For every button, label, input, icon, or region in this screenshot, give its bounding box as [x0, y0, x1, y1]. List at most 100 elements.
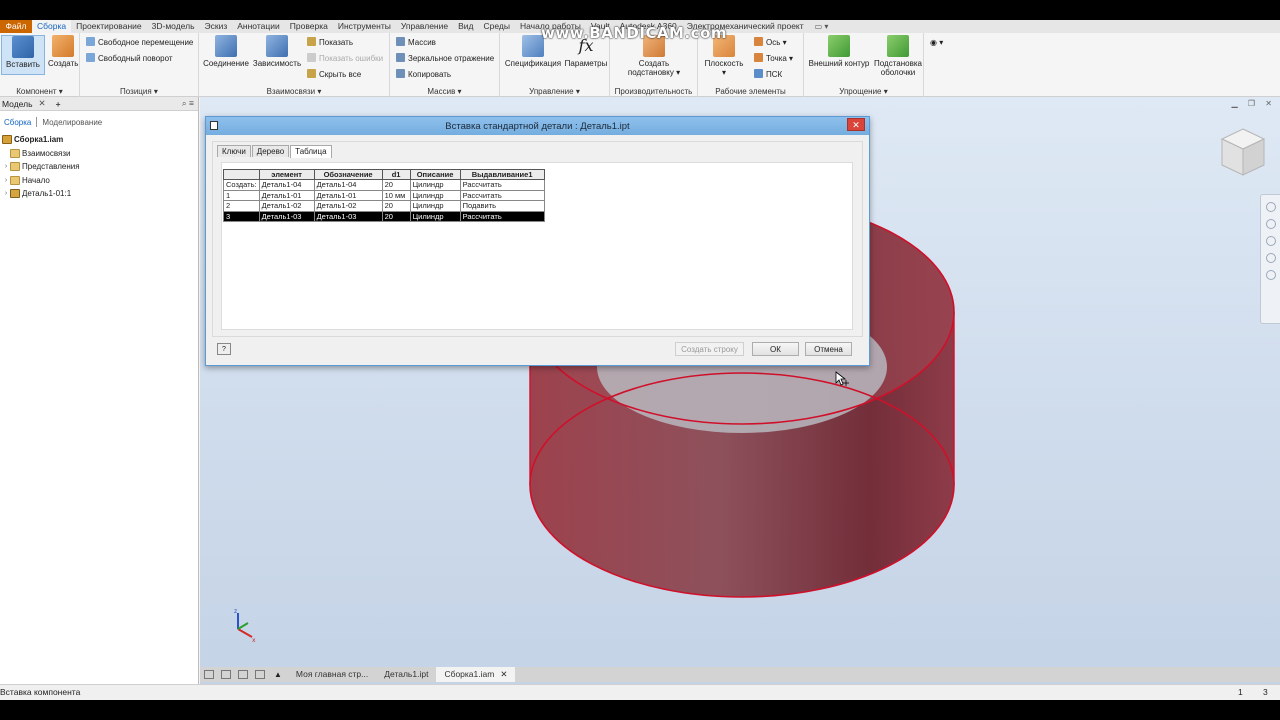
panel-title-productivity: Производительность: [614, 87, 693, 96]
constraint-icon: [266, 35, 288, 57]
close-icon[interactable]: ✕: [847, 118, 865, 131]
expand-icon[interactable]: ›: [2, 187, 10, 201]
constraint-button[interactable]: Зависимость: [252, 35, 302, 68]
table-header-row: элемент Обозначение d1 Описание Выдавлив…: [223, 169, 545, 180]
panel-title-pattern[interactable]: Массив ▾: [390, 87, 499, 96]
doc-tab-assembly[interactable]: Сборка1.iam ✕: [436, 667, 516, 682]
orbit-icon[interactable]: [1265, 253, 1276, 263]
tab-file[interactable]: Файл: [0, 20, 32, 33]
tab-keys[interactable]: Ключи: [217, 145, 251, 157]
show-button[interactable]: Показать: [307, 36, 353, 50]
shrinkwrap-button[interactable]: Внешний контур: [806, 35, 872, 68]
arrange-icon[interactable]: [238, 670, 248, 679]
viewcube-icon[interactable]: [1220, 127, 1266, 179]
table-row[interactable]: 2 Деталь1-02 Деталь1-02 20 Цилиндр Подавить: [223, 200, 545, 212]
help-icon[interactable]: ?: [217, 343, 231, 355]
tab-tree[interactable]: Дерево: [251, 145, 290, 157]
create-row-button[interactable]: Создать строку: [675, 342, 744, 356]
bandicam-watermark: www.BANDICAM.com: [541, 24, 728, 42]
tab-annotate[interactable]: Аннотации: [232, 20, 285, 33]
axis-button[interactable]: Ось ▾: [754, 36, 787, 50]
svg-text:x: x: [252, 637, 256, 643]
col-header-description[interactable]: Описание: [409, 169, 461, 180]
pan-icon[interactable]: [1265, 219, 1276, 229]
tree-item-representations[interactable]: › Представления: [0, 160, 198, 174]
panel-title-manage[interactable]: Управление ▾: [500, 87, 609, 96]
tree-root[interactable]: Сборка1.iam: [0, 133, 198, 147]
tab-design[interactable]: Проектирование: [71, 20, 147, 33]
tab-table[interactable]: Таблица: [290, 145, 332, 158]
hide-all-button[interactable]: Скрыть все: [307, 68, 361, 82]
tree-item-origin[interactable]: › Начало: [0, 174, 198, 188]
show-errors-button[interactable]: Показать ошибки: [307, 52, 383, 66]
free-rotate-button[interactable]: Свободный поворот: [86, 52, 173, 66]
steering-wheel-icon[interactable]: [1265, 202, 1276, 212]
look-at-icon[interactable]: [1265, 270, 1276, 280]
search-icon[interactable]: ⌕ ≡: [182, 98, 194, 109]
mirror-button[interactable]: Зеркальное отражение: [396, 52, 494, 66]
tree-item-relations[interactable]: Взаимосвязи: [0, 147, 198, 161]
representations-icon: [10, 162, 20, 172]
split-icon[interactable]: [255, 670, 265, 679]
ok-button[interactable]: ОК: [752, 342, 799, 356]
add-tab-icon[interactable]: +: [56, 99, 61, 109]
tab-3d-model[interactable]: 3D-модель: [147, 20, 200, 33]
status-count-1: 1: [1238, 687, 1243, 697]
tab-view[interactable]: Вид: [453, 20, 478, 33]
tab-overflow-icon[interactable]: ▭ ▾: [815, 22, 829, 31]
cancel-button[interactable]: Отмена: [805, 342, 852, 356]
zoom-icon[interactable]: [1265, 236, 1276, 246]
free-move-icon: [86, 37, 95, 46]
col-header-designation[interactable]: Обозначение: [313, 169, 383, 180]
close-icon[interactable]: ✕: [39, 98, 46, 109]
doc-tab-home[interactable]: Моя главная стр...: [288, 667, 376, 682]
expand-icon[interactable]: ›: [2, 174, 10, 188]
panel-title-simplify[interactable]: Упрощение ▾: [804, 87, 923, 96]
panel-simplify: Внешний контур Подстановка оболочки Упрощ…: [804, 33, 924, 97]
ucs-button[interactable]: ПСК: [754, 68, 782, 82]
shrinkwrap-substitute-button[interactable]: Подстановка оболочки: [872, 35, 924, 77]
tab-inspect[interactable]: Проверка: [285, 20, 333, 33]
tree-item-part[interactable]: › Деталь1-01:1: [0, 187, 198, 201]
folder-icon: [10, 175, 20, 185]
tab-sketch[interactable]: Эскиз: [200, 20, 233, 33]
customize-panel-icon[interactable]: ◉ ▾: [930, 36, 943, 50]
table-row[interactable]: 1 Деталь1-01 Деталь1-01 10 мм Цилиндр Рассчит…: [223, 189, 545, 201]
panel-title-position[interactable]: Позиция ▾: [80, 87, 198, 96]
model-browser: Модель ✕ + ⌕ ≡ Сборка Моделирование Сбор…: [0, 97, 199, 687]
mode-assembly[interactable]: Сборка: [4, 118, 31, 127]
col-header-d1[interactable]: d1: [381, 169, 411, 180]
doc-tab-part[interactable]: Деталь1.ipt: [376, 667, 436, 682]
tab-assembly[interactable]: Сборка: [32, 20, 72, 33]
dialog-footer: ? Создать строку ОК Отмена: [206, 337, 869, 365]
pattern-button[interactable]: Массив: [396, 36, 436, 50]
tab-tools[interactable]: Инструменты: [333, 20, 396, 33]
free-move-button[interactable]: Свободное перемещение: [86, 36, 193, 50]
panel-title-relations[interactable]: Взаимосвязи ▾: [199, 87, 389, 96]
dialog-titlebar[interactable]: Вставка стандартной детали : Деталь1.ipt…: [206, 117, 869, 135]
tile-icon[interactable]: [204, 670, 214, 679]
cascade-icon[interactable]: [221, 670, 231, 679]
joint-button[interactable]: Соединение: [203, 35, 249, 68]
table-row[interactable]: Создать: Деталь1-04 Деталь1-04 20 Цилиндр Рас…: [223, 179, 545, 191]
panel-title-component[interactable]: Компонент ▾: [0, 87, 79, 96]
tab-manage[interactable]: Управление: [396, 20, 453, 33]
browser-header: Модель ✕ + ⌕ ≡: [0, 97, 198, 111]
mode-modeling[interactable]: Моделирование: [42, 118, 102, 127]
col-header-member[interactable]: элемент: [258, 169, 315, 180]
joint-icon: [215, 35, 237, 57]
navigation-bar[interactable]: [1260, 194, 1280, 324]
expand-icon[interactable]: ›: [2, 160, 10, 174]
status-bar: Вставка компонента 1 3: [0, 684, 1280, 700]
point-button[interactable]: Точка ▾: [754, 52, 793, 66]
insert-button[interactable]: Вставить: [1, 35, 45, 75]
tab-environments[interactable]: Среды: [479, 20, 515, 33]
col-header-index[interactable]: [223, 169, 260, 180]
browser-tab-model[interactable]: Модель: [2, 99, 33, 109]
tabs-menu-icon[interactable]: ▲: [274, 670, 282, 679]
close-tab-icon[interactable]: ✕: [500, 669, 507, 679]
copy-button[interactable]: Копировать: [396, 68, 451, 82]
col-header-extrusion[interactable]: Выдавливание1: [459, 169, 545, 180]
table-row-selected[interactable]: 3 Деталь1-03 Деталь1-03 20 Цилиндр Рассчитать: [223, 210, 545, 222]
create-component-button[interactable]: Создать: [48, 35, 78, 68]
